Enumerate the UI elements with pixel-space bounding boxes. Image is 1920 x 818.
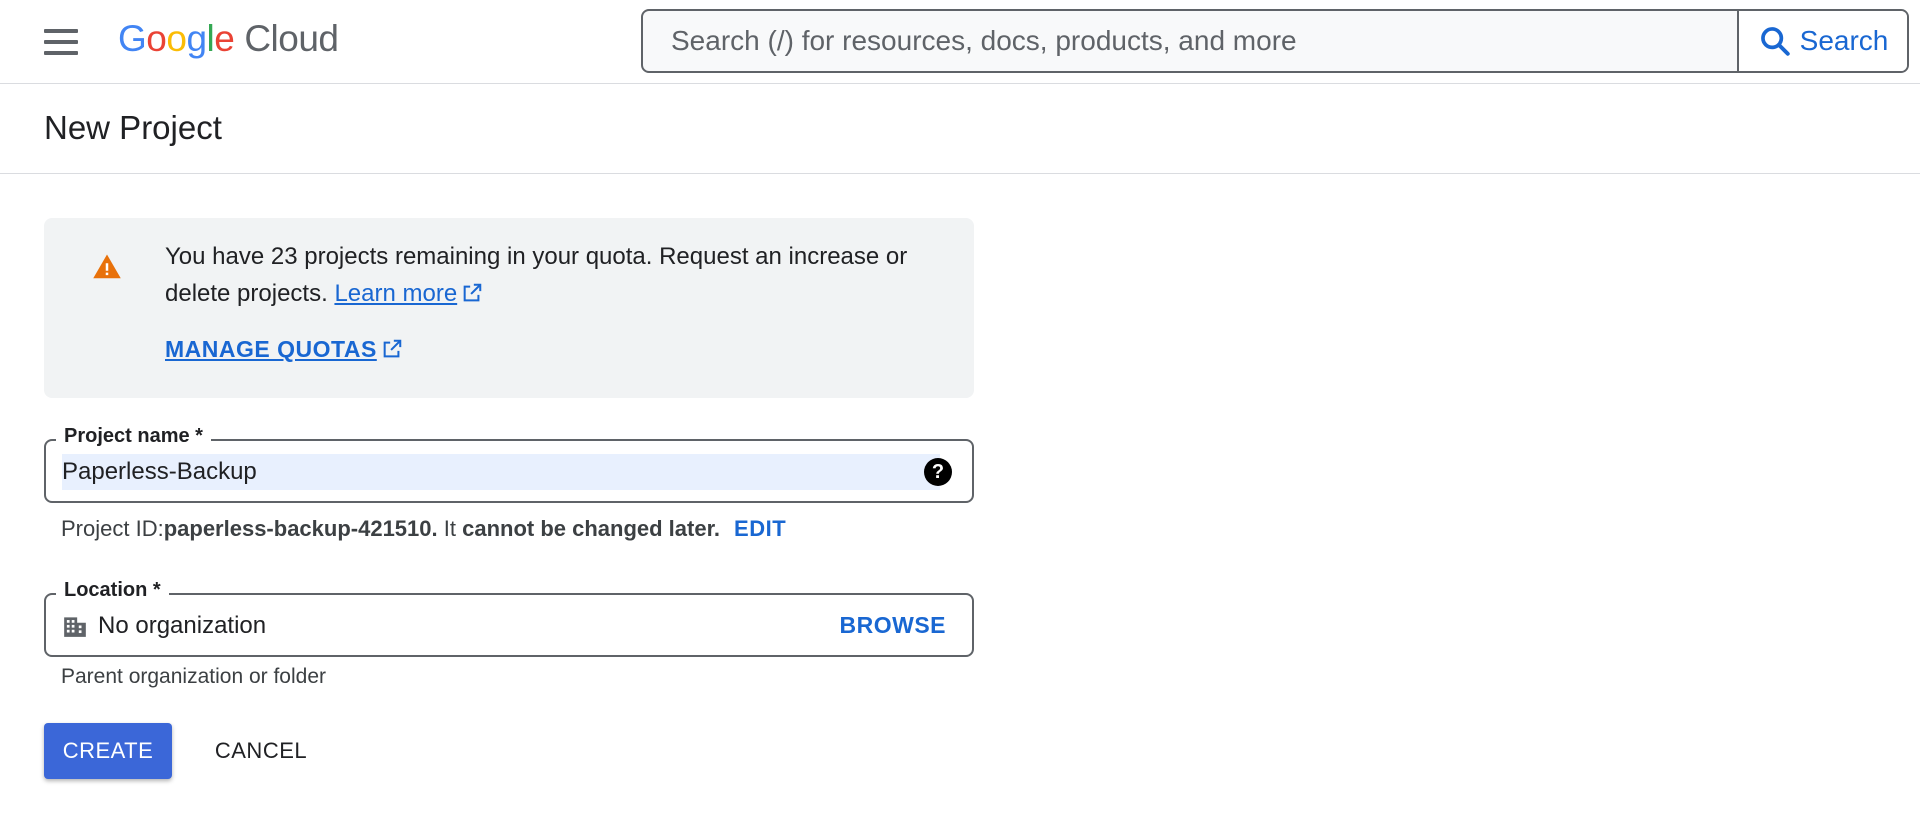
location-value: No organization	[98, 612, 267, 639]
manage-quotas-link[interactable]: MANAGE QUOTAS	[165, 336, 403, 363]
hamburger-menu-icon[interactable]	[38, 24, 86, 60]
external-link-icon	[463, 283, 482, 302]
search-icon	[1760, 27, 1790, 56]
external-link-icon	[383, 339, 402, 358]
logo-letter: G	[118, 18, 147, 59]
page-header: New Project	[0, 85, 1920, 174]
search-bar: Search	[641, 9, 1909, 73]
project-name-label: Project name *	[56, 423, 211, 449]
warning-icon	[93, 254, 121, 279]
logo-google-word: Google	[118, 18, 235, 60]
browse-location-button[interactable]: BROWSE	[840, 612, 947, 639]
edit-project-id-button[interactable]: EDIT	[734, 516, 786, 542]
google-cloud-logo[interactable]: Google Cloud	[118, 18, 339, 60]
logo-letter: g	[186, 18, 207, 59]
location-hint: Parent organization or folder	[61, 665, 326, 688]
project-id-value: paperless-backup-421510.	[163, 516, 438, 541]
quota-notice: You have 23 projects remaining in your q…	[44, 218, 974, 398]
logo-letter: o	[166, 18, 187, 59]
quota-message: You have 23 projects remaining in your q…	[165, 238, 945, 312]
help-icon[interactable]: ?	[924, 458, 952, 486]
location-label: Location *	[56, 577, 169, 603]
top-app-bar: Google Cloud Search	[0, 0, 1920, 84]
project-name-field: Project name * ?	[44, 423, 974, 503]
search-button-label: Search	[1799, 25, 1889, 56]
create-button[interactable]: CREATE	[44, 723, 172, 779]
project-id-warning: cannot be changed later.	[462, 516, 721, 541]
organization-icon	[64, 617, 86, 637]
logo-cloud-word: Cloud	[244, 18, 339, 59]
logo-letter: e	[214, 18, 235, 59]
learn-more-link[interactable]: Learn more	[334, 280, 457, 307]
location-field[interactable]: Location * No organization BROWSE	[44, 577, 974, 657]
search-button[interactable]: Search	[1737, 11, 1907, 71]
search-input[interactable]	[643, 11, 1737, 71]
project-id-info: Project ID: paperless-backup-421510. It …	[61, 516, 786, 542]
page-title: New Project	[44, 109, 222, 146]
logo-letter: o	[146, 18, 167, 59]
quota-message-text: You have 23 projects remaining in your q…	[165, 243, 908, 307]
project-name-input[interactable]	[62, 454, 940, 490]
project-id-prefix: Project ID:	[61, 516, 164, 541]
project-id-suffix: It	[437, 516, 463, 541]
cancel-button[interactable]: CANCEL	[196, 723, 326, 779]
